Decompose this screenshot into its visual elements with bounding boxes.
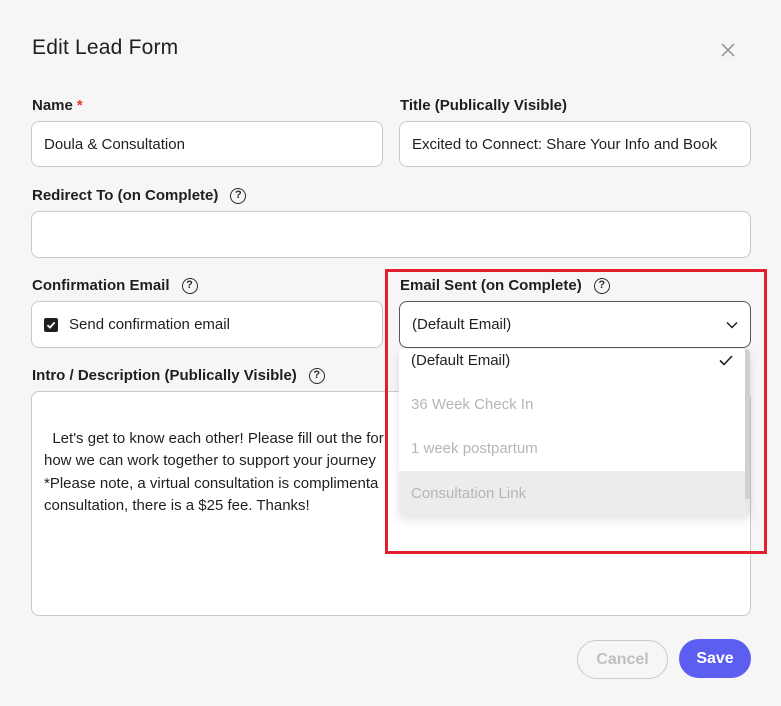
redirect-input[interactable] (31, 211, 751, 258)
intro-label: Intro / Description (Publically Visible)… (32, 367, 325, 384)
redirect-label: Redirect To (on Complete) ? (32, 187, 247, 204)
close-button[interactable] (716, 38, 740, 62)
intro-label-text: Intro / Description (Publically Visible) (32, 367, 297, 384)
cancel-button[interactable]: Cancel (577, 640, 668, 679)
checkbox[interactable] (44, 317, 58, 332)
name-input[interactable]: Doula & Consultation (31, 121, 383, 167)
modal-title: Edit Lead Form (32, 36, 179, 59)
name-input-value: Doula & Consultation (44, 135, 185, 153)
intro-textarea-value: Let's get to know each other! Please fil… (44, 429, 384, 515)
title-label: Title (Publically Visible) (400, 97, 567, 114)
confirmation-label-text: Confirmation Email (32, 277, 170, 294)
title-input-value: Excited to Connect: Share Your Info and … (412, 135, 718, 153)
name-label-text: Name (32, 97, 73, 114)
required-mark: * (76, 97, 83, 114)
confirmation-label: Confirmation Email ? (32, 277, 198, 294)
confirmation-checkbox-field[interactable]: Send confirmation email (31, 301, 383, 348)
checkbox-label: Send confirmation email (69, 316, 230, 333)
checkmark-icon (46, 321, 56, 329)
save-button[interactable]: Save (679, 639, 751, 678)
redirect-label-text: Redirect To (on Complete) (32, 187, 219, 204)
question-circle-icon[interactable]: ? (181, 277, 198, 294)
question-circle-icon[interactable]: ? (230, 187, 247, 204)
close-icon[interactable] (721, 43, 735, 57)
highlight-annotation (385, 269, 767, 554)
question-circle-icon[interactable]: ? (308, 367, 325, 384)
title-label-text: Title (Publically Visible) (400, 97, 567, 114)
name-label: Name * (32, 97, 83, 114)
title-input[interactable]: Excited to Connect: Share Your Info and … (399, 121, 751, 167)
